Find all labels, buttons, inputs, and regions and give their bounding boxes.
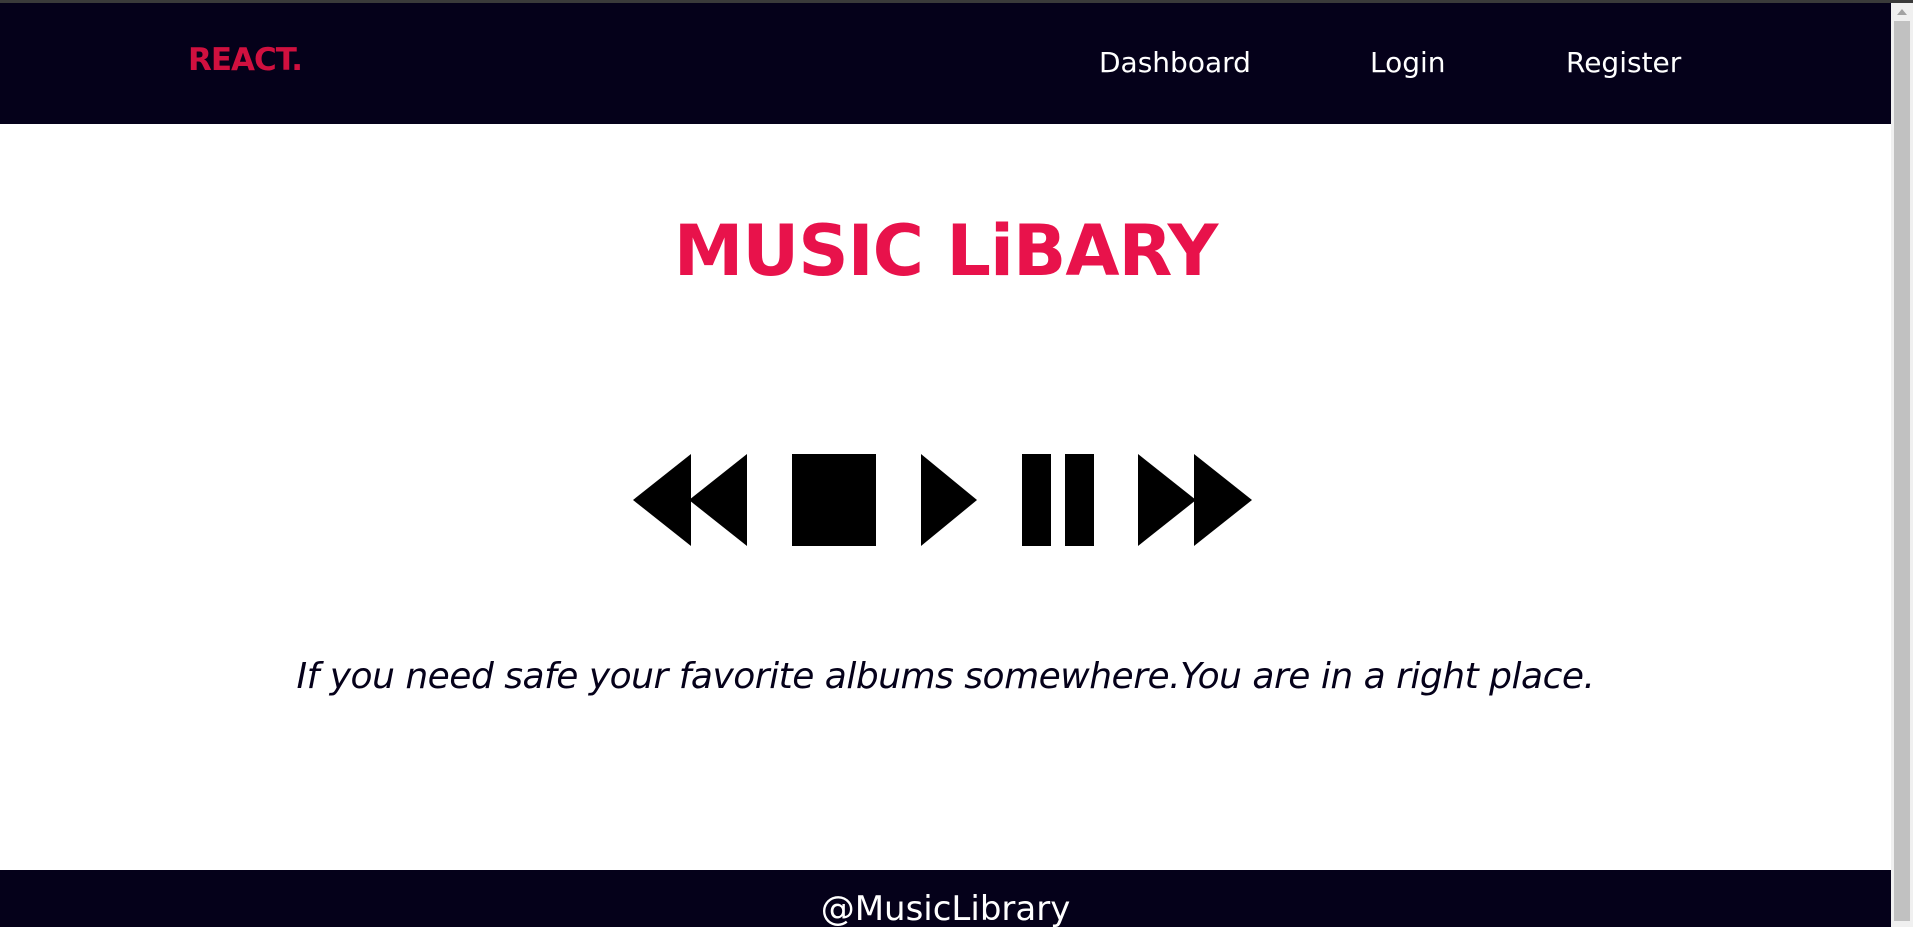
rewind-icon — [633, 454, 747, 546]
nav-link-login[interactable]: Login — [1370, 49, 1446, 77]
tagline: If you need safe your favorite albums so… — [296, 656, 1595, 697]
navbar: REACT. Dashboard Login Register — [0, 3, 1891, 124]
vertical-scrollbar[interactable] — [1891, 3, 1913, 927]
nav-link-register[interactable]: Register — [1566, 49, 1681, 77]
play-icon — [921, 454, 977, 546]
footer: @MusicLibrary — [0, 870, 1891, 927]
nav-link-dashboard[interactable]: Dashboard — [1099, 49, 1251, 77]
media-controls — [633, 454, 1253, 546]
scroll-up-arrow-icon[interactable] — [1897, 9, 1907, 15]
main-content: MUSIC LiBARY If you need safe your favor… — [0, 124, 1891, 870]
footer-text: @MusicLibrary — [820, 889, 1071, 927]
fast-forward-icon — [1138, 454, 1252, 546]
page: REACT. Dashboard Login Register MUSIC Li… — [0, 0, 1913, 927]
brand-logo[interactable]: REACT. — [188, 45, 303, 76]
page-title: MUSIC LiBARY — [673, 210, 1219, 292]
stop-icon — [792, 454, 876, 546]
pause-icon — [1022, 454, 1094, 546]
scrollbar-thumb[interactable] — [1894, 21, 1910, 921]
